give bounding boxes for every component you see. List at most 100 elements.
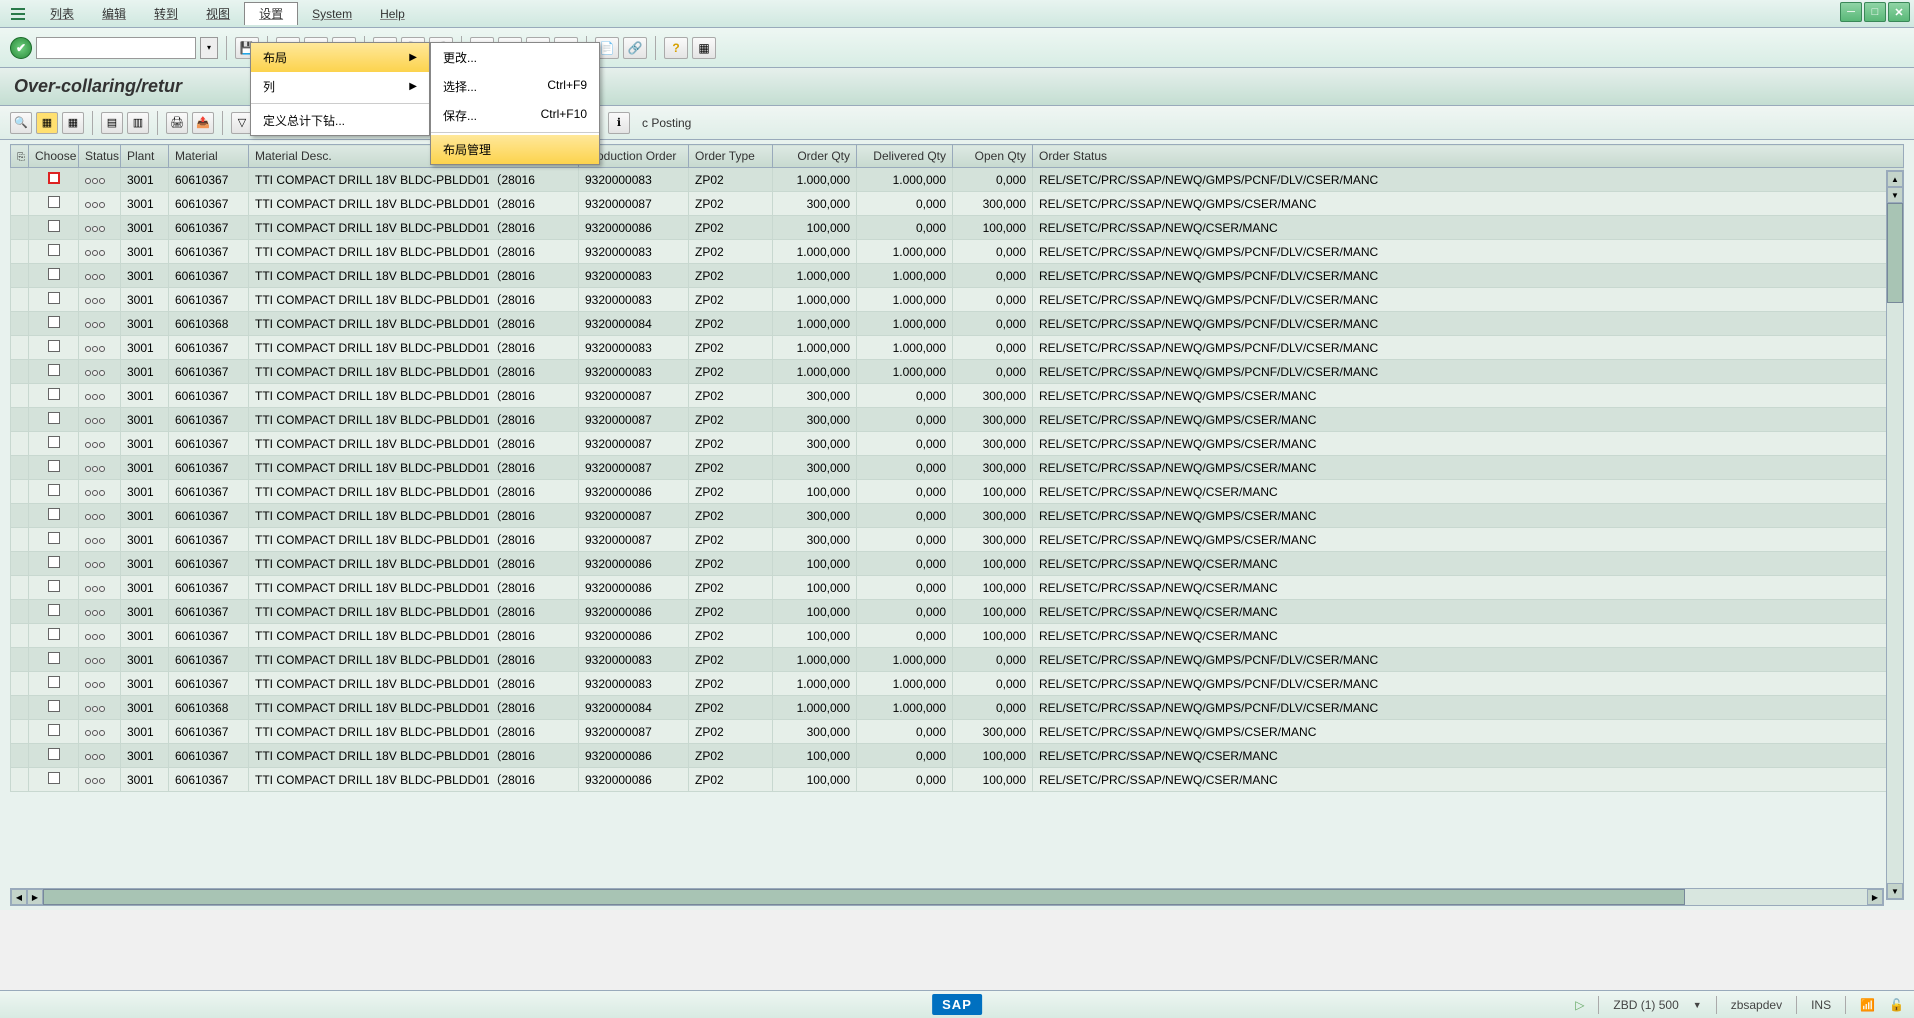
hscroll-thumb[interactable] — [43, 889, 1685, 905]
table-row[interactable]: 300160610367TTI COMPACT DRILL 18V BLDC-P… — [11, 432, 1904, 456]
status-lock-icon[interactable]: 🔓 — [1889, 998, 1904, 1012]
vscroll-thumb[interactable] — [1887, 203, 1903, 303]
detail-icon[interactable]: 🔍 — [10, 112, 32, 134]
col-header[interactable]: Open Qty — [953, 145, 1033, 168]
menu-item[interactable]: 列▶ — [251, 72, 429, 101]
menu-icon[interactable] — [8, 6, 28, 22]
maximize-button[interactable]: □ — [1864, 2, 1886, 22]
layout-icon[interactable]: ▦ — [692, 37, 716, 59]
table-row[interactable]: 300160610367TTI COMPACT DRILL 18V BLDC-P… — [11, 648, 1904, 672]
status-system[interactable]: ZBD (1) 500 — [1613, 998, 1678, 1012]
submenu-item[interactable]: 保存...Ctrl+F10 — [431, 101, 599, 130]
horizontal-scrollbar[interactable]: ◀ ▶ ▶ — [10, 888, 1884, 906]
table-row[interactable]: 300160610367TTI COMPACT DRILL 18V BLDC-P… — [11, 384, 1904, 408]
submenu-item[interactable]: 更改... — [431, 43, 599, 72]
col-header[interactable]: ⎘ — [11, 145, 29, 168]
info-icon[interactable]: ℹ — [608, 112, 630, 134]
table-row[interactable]: 300160610367TTI COMPACT DRILL 18V BLDC-P… — [11, 744, 1904, 768]
choose-checkbox[interactable] — [48, 172, 60, 184]
shortcut-icon[interactable]: 🔗 — [623, 37, 647, 59]
choose-checkbox[interactable] — [48, 268, 60, 280]
menu-system[interactable]: System — [298, 3, 366, 25]
choose-checkbox[interactable] — [48, 316, 60, 328]
choose-checkbox[interactable] — [48, 484, 60, 496]
choose-checkbox[interactable] — [48, 700, 60, 712]
vertical-scrollbar[interactable]: ▲ ▼ ▼ — [1886, 170, 1904, 900]
col-header[interactable]: Delivered Qty — [857, 145, 953, 168]
sort-desc-icon[interactable]: ▥ — [127, 112, 149, 134]
table-row[interactable]: 300160610367TTI COMPACT DRILL 18V BLDC-P… — [11, 576, 1904, 600]
table-row[interactable]: 300160610367TTI COMPACT DRILL 18V BLDC-P… — [11, 192, 1904, 216]
scroll-right-step-icon[interactable]: ▶ — [27, 889, 43, 905]
table-row[interactable]: 300160610367TTI COMPACT DRILL 18V BLDC-P… — [11, 168, 1904, 192]
choose-checkbox[interactable] — [48, 388, 60, 400]
choose-checkbox[interactable] — [48, 580, 60, 592]
scroll-down-step-icon[interactable]: ▼ — [1887, 187, 1903, 203]
scroll-left-icon[interactable]: ◀ — [11, 889, 27, 905]
status-signal-icon[interactable]: 📶 — [1860, 998, 1875, 1012]
choose-checkbox[interactable] — [48, 196, 60, 208]
table-row[interactable]: 300160610367TTI COMPACT DRILL 18V BLDC-P… — [11, 504, 1904, 528]
minimize-button[interactable]: ─ — [1840, 2, 1862, 22]
choose-checkbox[interactable] — [48, 292, 60, 304]
choose-checkbox[interactable] — [48, 436, 60, 448]
status-triangle-icon[interactable]: ▷ — [1575, 998, 1584, 1012]
close-button[interactable]: ✕ — [1888, 2, 1910, 22]
choose-checkbox[interactable] — [48, 556, 60, 568]
table-row[interactable]: 300160610367TTI COMPACT DRILL 18V BLDC-P… — [11, 552, 1904, 576]
export-icon[interactable]: 📤 — [192, 112, 214, 134]
col-header[interactable]: Material — [169, 145, 249, 168]
table-row[interactable]: 300160610367TTI COMPACT DRILL 18V BLDC-P… — [11, 360, 1904, 384]
table-row[interactable]: 300160610367TTI COMPACT DRILL 18V BLDC-P… — [11, 528, 1904, 552]
table-row[interactable]: 300160610367TTI COMPACT DRILL 18V BLDC-P… — [11, 480, 1904, 504]
col-header[interactable]: Plant — [121, 145, 169, 168]
choose-checkbox[interactable] — [48, 460, 60, 472]
table-row[interactable]: 300160610367TTI COMPACT DRILL 18V BLDC-P… — [11, 264, 1904, 288]
menu-视图[interactable]: 视图 — [192, 3, 244, 25]
choose-checkbox[interactable] — [48, 412, 60, 424]
menu-列表[interactable]: 列表 — [36, 3, 88, 25]
menu-设置[interactable]: 设置 — [244, 2, 298, 25]
col-header[interactable]: Order Type — [689, 145, 773, 168]
choose-checkbox[interactable] — [48, 652, 60, 664]
sort-asc-icon[interactable]: ▤ — [101, 112, 123, 134]
submenu-item[interactable]: 布局管理 — [431, 135, 599, 164]
table-row[interactable]: 300160610367TTI COMPACT DRILL 18V BLDC-P… — [11, 456, 1904, 480]
command-field[interactable] — [36, 37, 196, 59]
menu-转到[interactable]: 转到 — [140, 3, 192, 25]
table-row[interactable]: 300160610368TTI COMPACT DRILL 18V BLDC-P… — [11, 696, 1904, 720]
table-row[interactable]: 300160610367TTI COMPACT DRILL 18V BLDC-P… — [11, 216, 1904, 240]
menu-item[interactable]: 定义总计下钻... — [251, 106, 429, 135]
submenu-item[interactable]: 选择...Ctrl+F9 — [431, 72, 599, 101]
col-header[interactable]: Choose — [29, 145, 79, 168]
choose-checkbox[interactable] — [48, 724, 60, 736]
table-row[interactable]: 300160610367TTI COMPACT DRILL 18V BLDC-P… — [11, 408, 1904, 432]
table-row[interactable]: 300160610367TTI COMPACT DRILL 18V BLDC-P… — [11, 768, 1904, 792]
choose-checkbox[interactable] — [48, 508, 60, 520]
scroll-up-icon[interactable]: ▲ — [1887, 171, 1903, 187]
table-row[interactable]: 300160610367TTI COMPACT DRILL 18V BLDC-P… — [11, 720, 1904, 744]
print-icon-2[interactable]: 🖨 — [166, 112, 188, 134]
table-row[interactable]: 300160610367TTI COMPACT DRILL 18V BLDC-P… — [11, 624, 1904, 648]
refresh-icon[interactable]: ▦ — [36, 112, 58, 134]
scroll-right-icon[interactable]: ▶ — [1867, 889, 1883, 905]
choose-checkbox[interactable] — [48, 772, 60, 784]
select-all-icon[interactable]: ▦ — [62, 112, 84, 134]
choose-checkbox[interactable] — [48, 364, 60, 376]
choose-checkbox[interactable] — [48, 628, 60, 640]
menu-item[interactable]: 布局▶ — [251, 43, 429, 72]
table-row[interactable]: 300160610367TTI COMPACT DRILL 18V BLDC-P… — [11, 672, 1904, 696]
menu-编辑[interactable]: 编辑 — [88, 3, 140, 25]
choose-checkbox[interactable] — [48, 532, 60, 544]
enter-button[interactable]: ✔ — [10, 37, 32, 59]
help-icon[interactable]: ? — [664, 37, 688, 59]
col-header[interactable]: Order Qty — [773, 145, 857, 168]
command-dropdown[interactable]: ▾ — [200, 37, 218, 59]
col-header[interactable]: Status — [79, 145, 121, 168]
table-row[interactable]: 300160610368TTI COMPACT DRILL 18V BLDC-P… — [11, 312, 1904, 336]
choose-checkbox[interactable] — [48, 340, 60, 352]
col-header[interactable]: Order Status — [1033, 145, 1904, 168]
choose-checkbox[interactable] — [48, 676, 60, 688]
table-row[interactable]: 300160610367TTI COMPACT DRILL 18V BLDC-P… — [11, 600, 1904, 624]
scroll-down-icon[interactable]: ▼ — [1887, 883, 1903, 899]
